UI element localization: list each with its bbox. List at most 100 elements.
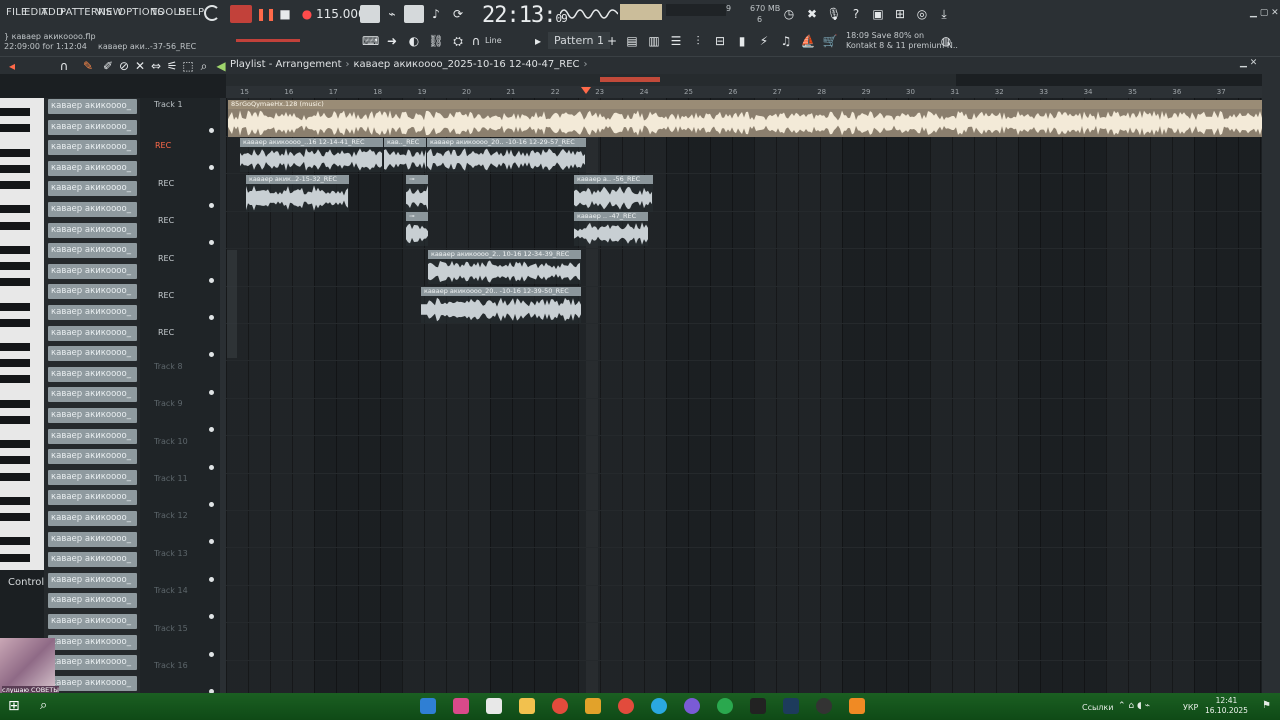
- notifications-icon[interactable]: ⚑: [1262, 700, 1271, 711]
- explorer-icon[interactable]: [519, 698, 535, 714]
- telegram-icon[interactable]: [651, 698, 667, 714]
- browser-item[interactable]: каваер акикоооо_: [48, 614, 137, 629]
- step-icon[interactable]: ◐: [406, 33, 422, 49]
- tempo-display[interactable]: 115.000: [316, 7, 366, 21]
- browser-item[interactable]: каваер акикоооо_: [48, 202, 137, 217]
- steam-icon[interactable]: [783, 698, 799, 714]
- delete-icon[interactable]: ⊘: [116, 58, 132, 74]
- plugin-icon[interactable]: ✖: [804, 6, 820, 22]
- slice-icon[interactable]: ⚟: [164, 58, 180, 74]
- tray-icons[interactable]: ⌃ ⌂ ◖ ⌁: [1118, 701, 1150, 711]
- track-name[interactable]: Track 1: [154, 100, 183, 109]
- audio-clip-rec-8[interactable]: каваер акикоооо_20.. -10-16 12-39-50_REC: [421, 287, 581, 323]
- browser-item[interactable]: каваер акикоооо_: [48, 572, 137, 588]
- browser-item[interactable]: каваер акикоооо_: [48, 531, 137, 547]
- discord-icon[interactable]: [684, 698, 700, 714]
- track-name[interactable]: Track 16: [154, 661, 188, 670]
- browser-item[interactable]: каваер акикоооо_: [48, 655, 137, 671]
- track-enable-dot[interactable]: [209, 576, 214, 582]
- menu-help[interactable]: HELP: [178, 7, 204, 18]
- copilot-icon[interactable]: [453, 698, 469, 714]
- audio-clip-music[interactable]: 85rGoQymaeHx.128 (music): [228, 100, 1262, 137]
- globe-icon[interactable]: ◍: [938, 33, 954, 49]
- obs-icon[interactable]: [816, 698, 832, 714]
- app-icon[interactable]: [486, 698, 502, 714]
- timeline-overview[interactable]: [226, 74, 956, 86]
- piano-roll-icon[interactable]: ▥: [646, 33, 662, 49]
- app2-icon[interactable]: [585, 698, 601, 714]
- browser-item[interactable]: каваер акикоооо_: [48, 284, 137, 300]
- calculator-icon[interactable]: [420, 698, 436, 714]
- browser-item[interactable]: каваер акикоооо_: [48, 428, 137, 444]
- clock-icon[interactable]: ◷: [781, 6, 797, 22]
- track-name[interactable]: Track 11: [154, 474, 188, 483]
- headphones-icon[interactable]: ∩: [56, 58, 72, 74]
- browser-item[interactable]: каваер акикоооо_: [48, 140, 137, 156]
- playhead[interactable]: [581, 87, 591, 94]
- playlist-window-controls[interactable]: ▁ ✕: [1240, 58, 1257, 68]
- arrow-icon[interactable]: ◂: [4, 58, 20, 74]
- search-icon[interactable]: ⌕: [40, 698, 56, 714]
- slip-icon[interactable]: ⇔: [148, 58, 164, 74]
- add-pattern-icon[interactable]: +: [604, 33, 620, 49]
- channel-rack-icon[interactable]: ☰: [668, 33, 684, 49]
- vertical-scrollbar[interactable]: [1262, 74, 1280, 693]
- browser-item[interactable]: каваер акикоооо_: [48, 346, 137, 362]
- windows-start-icon[interactable]: ⊞: [8, 698, 24, 714]
- blend-icon[interactable]: ♪: [428, 6, 444, 22]
- audio-clip-rec-1[interactable]: каваер акикоооо_..16 12-14-41_REC: [240, 138, 383, 172]
- audio-clip-rec-5[interactable]: каваер а.. -56_REC: [574, 175, 653, 212]
- mute-icon[interactable]: ✕: [132, 58, 148, 74]
- pattern-selector[interactable]: Pattern 1: [548, 32, 610, 49]
- brush-icon[interactable]: ✐: [100, 58, 116, 74]
- browser-item[interactable]: каваер акикоооо_: [48, 469, 137, 485]
- magnet-icon[interactable]: ∩: [468, 33, 484, 49]
- mixer-icon[interactable]: ⊞: [892, 6, 908, 22]
- wait-icon[interactable]: ⌁: [384, 6, 400, 22]
- metronome-button[interactable]: [360, 5, 380, 23]
- track-name[interactable]: REC: [155, 141, 171, 150]
- browser-item[interactable]: каваер акикоооо_: [48, 263, 137, 279]
- tray-clock[interactable]: 12:41 16.10.2025: [1205, 696, 1248, 716]
- track-enable-dot[interactable]: [209, 651, 214, 657]
- audio-clip-rec-2[interactable]: кав.._REC: [384, 138, 426, 172]
- save-icon[interactable]: ▣: [870, 6, 886, 22]
- snap-mode[interactable]: Line: [485, 36, 502, 45]
- track-name[interactable]: Track 10: [154, 437, 188, 446]
- track-name[interactable]: REC: [158, 179, 174, 188]
- track-name[interactable]: Track 8: [154, 362, 183, 371]
- master-volume-slider[interactable]: [236, 39, 300, 42]
- track-enable-dot[interactable]: [209, 389, 214, 395]
- song-mode-button[interactable]: [230, 5, 252, 23]
- browser-item[interactable]: каваер акикоооо_: [48, 366, 137, 382]
- browser-item[interactable]: каваер акикоооо_: [48, 119, 137, 135]
- browser-item[interactable]: каваер акикоооо_: [48, 593, 137, 609]
- track-name[interactable]: REC: [158, 291, 174, 300]
- browser-item[interactable]: каваер акикоооо_: [48, 222, 137, 238]
- language-indicator[interactable]: УКР: [1183, 703, 1198, 712]
- browser-item[interactable]: каваер акикоооо_: [48, 675, 137, 691]
- mixer-view-icon[interactable]: ⫶: [690, 33, 706, 49]
- browser-icon[interactable]: ⊟: [712, 33, 728, 49]
- zoom-icon[interactable]: ⌕: [196, 58, 212, 74]
- file-icon[interactable]: ▮: [734, 33, 750, 49]
- track-name[interactable]: Track 15: [154, 624, 188, 633]
- select-icon[interactable]: ⬚: [180, 58, 196, 74]
- sandbox-icon[interactable]: ⛵: [800, 33, 816, 49]
- tuner-icon[interactable]: ♫: [778, 33, 794, 49]
- fl-studio-icon[interactable]: [849, 698, 865, 714]
- track-enable-dot[interactable]: [209, 315, 214, 320]
- audio-clip-fragments[interactable]: [227, 250, 237, 358]
- epic-icon[interactable]: [750, 698, 766, 714]
- link-icon[interactable]: ⛓: [428, 33, 444, 49]
- audio-clip-rec-6[interactable]: каваер .. -47_REC: [574, 212, 648, 246]
- track-name[interactable]: Track 13: [154, 549, 188, 558]
- track-enable-dot[interactable]: [209, 464, 214, 470]
- track-enable-dot[interactable]: [209, 202, 214, 208]
- record-icon[interactable]: ●: [299, 6, 315, 22]
- browser-item[interactable]: каваер акикоооо_: [48, 634, 137, 650]
- audio-clip-small-1[interactable]: ⊸: [406, 175, 428, 212]
- stop-icon[interactable]: ■: [277, 6, 293, 22]
- chrome2-icon[interactable]: [618, 698, 634, 714]
- audio-clip-small-2[interactable]: ⊸: [406, 212, 428, 246]
